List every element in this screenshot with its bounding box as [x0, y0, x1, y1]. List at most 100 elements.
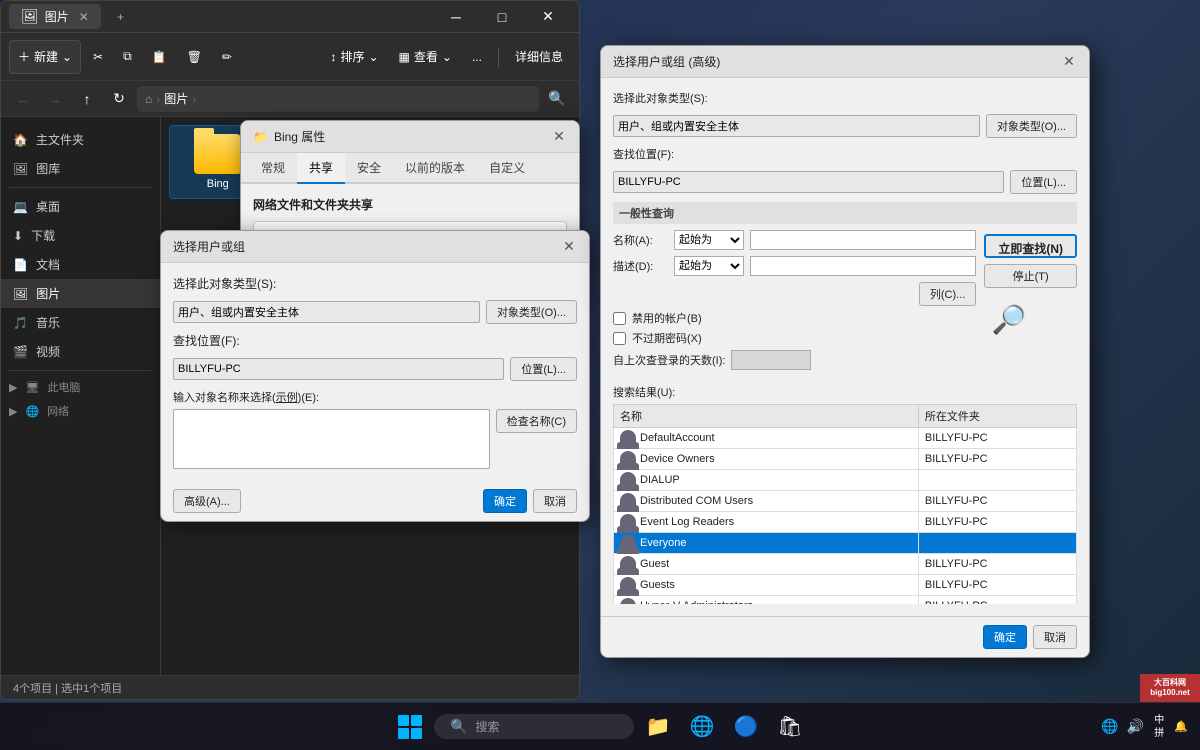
paste-button[interactable]: 📋 — [144, 40, 175, 74]
view-button[interactable]: ▦ 查看 ⌄ — [391, 40, 460, 74]
taskbar-store-icon[interactable]: 🛍 — [770, 707, 810, 747]
copy-button[interactable]: ⧉ — [115, 40, 140, 74]
tab-security[interactable]: 安全 — [345, 153, 393, 184]
small-ok-btn[interactable]: 确定 — [483, 489, 527, 513]
table-row[interactable]: Guests BILLYFU-PC — [614, 575, 1077, 596]
table-row[interactable]: Event Log Readers BILLYFU-PC — [614, 512, 1077, 533]
sidebar-item-thispc[interactable]: ▶ 🖥 此电脑 — [1, 375, 160, 399]
windows-logo — [398, 715, 422, 739]
delete-button[interactable]: 🗑 — [179, 40, 210, 74]
result-folder: BILLYFU-PC — [918, 512, 1076, 533]
new-button[interactable]: ＋ 新建 ⌄ — [9, 40, 81, 74]
new-tab-btn[interactable]: + — [109, 6, 132, 28]
small-dialog-close-btn[interactable]: ✕ — [557, 235, 581, 259]
taskbar-browser1-icon[interactable]: 🌐 — [682, 707, 722, 747]
sidebar: 🏠 主文件夹 🖼 图库 💻 桌面 ⬇ 下载 📄 文 — [1, 117, 161, 675]
sidebar-item-music[interactable]: 🎵 音乐 — [1, 308, 160, 337]
new-icon: ＋ — [18, 48, 30, 65]
refresh-btn[interactable]: ↻ — [105, 85, 133, 113]
forward-btn[interactable]: → — [41, 85, 69, 113]
sidebar-item-gallery[interactable]: 🖼 图库 — [1, 154, 160, 183]
sort-button[interactable]: ↕ 排序 ⌄ — [322, 40, 386, 74]
tab-general[interactable]: 常规 — [249, 153, 297, 184]
back-btn[interactable]: ← — [9, 85, 37, 113]
minimize-btn[interactable]: ─ — [433, 1, 479, 33]
cut-button[interactable]: ✂ — [85, 40, 111, 74]
search-btn[interactable]: 🔍 — [543, 85, 571, 113]
table-row[interactable]: Guest BILLYFU-PC — [614, 554, 1077, 575]
sidebar-item-desktop[interactable]: 💻 桌面 — [1, 192, 160, 221]
tab-previous[interactable]: 以前的版本 — [393, 153, 477, 184]
details-button[interactable]: 详细信息 — [507, 40, 571, 74]
name-filter-input[interactable] — [750, 230, 976, 250]
large-location-btn[interactable]: 位置(L)... — [1010, 170, 1077, 194]
sidebar-item-videos[interactable]: 🎬 视频 — [1, 337, 160, 366]
name-filter-select[interactable]: 起始为 包含 — [674, 230, 744, 250]
network-tray-icon[interactable]: 🌐 — [1101, 718, 1118, 735]
table-row[interactable]: Everyone — [614, 533, 1077, 554]
rename-button[interactable]: ✏ — [214, 40, 240, 74]
tab-share[interactable]: 共享 — [297, 153, 345, 184]
days-input[interactable] — [731, 350, 811, 370]
tab-custom[interactable]: 自定义 — [477, 153, 537, 184]
small-location-btn[interactable]: 位置(L)... — [510, 357, 577, 381]
explorer-tab[interactable]: 🖼 图片 ✕ — [9, 4, 101, 29]
large-object-type-btn[interactable]: 对象类型(O)... — [986, 114, 1077, 138]
sidebar-item-home[interactable]: 🏠 主文件夹 — [1, 125, 160, 154]
view-icon: ▦ — [399, 50, 410, 64]
close-btn[interactable]: ✕ — [525, 1, 571, 33]
desc-filter-select[interactable]: 起始为 包含 — [674, 256, 744, 276]
bing-dialog-close-btn[interactable]: ✕ — [547, 125, 571, 149]
sidebar-item-downloads[interactable]: ⬇ 下载 — [1, 221, 160, 250]
sort-label: 排序 — [340, 48, 364, 65]
address-bar[interactable]: ⌂ › 图片 › — [137, 86, 539, 112]
window-controls: ─ □ ✕ — [433, 1, 571, 33]
more-button[interactable]: ... — [464, 40, 490, 74]
find-now-btn[interactable]: 立即查找(N) — [984, 234, 1077, 258]
small-cancel-btn[interactable]: 取消 — [533, 489, 577, 513]
volume-tray-icon[interactable]: 🔊 — [1127, 718, 1144, 735]
small-dialog-title: 选择用户或组 — [173, 238, 245, 255]
up-btn[interactable]: ↑ — [73, 85, 101, 113]
maximize-btn[interactable]: □ — [479, 1, 525, 33]
large-cancel-btn[interactable]: 取消 — [1033, 625, 1077, 649]
taskbar-clock[interactable]: 中 拼 — [1154, 714, 1164, 740]
sidebar-thispc-label: 此电脑 — [47, 379, 80, 395]
start-button[interactable] — [390, 707, 430, 747]
address-separator2: › — [192, 92, 196, 106]
table-row[interactable]: DefaultAccount BILLYFU-PC — [614, 428, 1077, 449]
stop-btn[interactable]: 停止(T) — [984, 264, 1077, 288]
small-object-type-input[interactable] — [173, 301, 480, 323]
table-row[interactable]: Device Owners BILLYFU-PC — [614, 449, 1077, 470]
desc-filter-input[interactable] — [750, 256, 976, 276]
sidebar-item-pictures[interactable]: 🖼 图片 — [1, 279, 160, 308]
taskbar-browser2-icon[interactable]: 🔵 — [726, 707, 766, 747]
table-row[interactable]: DIALUP — [614, 470, 1077, 491]
small-advanced-btn[interactable]: 高级(A)... — [173, 489, 241, 513]
large-location-input[interactable] — [613, 171, 1004, 193]
edge-icon: 🔵 — [734, 714, 759, 739]
small-object-type-value-row: 对象类型(O)... — [173, 300, 577, 324]
sidebar-gallery-label: 图库 — [36, 160, 60, 177]
table-row[interactable]: Distributed COM Users BILLYFU-PC — [614, 491, 1077, 512]
sidebar-item-documents[interactable]: 📄 文档 — [1, 250, 160, 279]
notification-btn[interactable]: 🔔 — [1170, 720, 1192, 733]
large-object-type-input[interactable] — [613, 115, 980, 137]
small-object-type-btn[interactable]: 对象类型(O)... — [486, 300, 577, 324]
tab-close-icon[interactable]: ✕ — [79, 10, 89, 24]
table-row[interactable]: Hyper-V Administrators BILLYFU-PC — [614, 596, 1077, 605]
large-object-type-row: 选择此对象类型(S): — [613, 90, 1077, 106]
taskbar-explorer-icon[interactable]: 📁 — [638, 707, 678, 747]
columns-btn[interactable]: 列(C)... — [919, 282, 976, 306]
share-section-title: 网络文件和文件夹共享 — [253, 196, 567, 213]
sidebar-item-network[interactable]: ▶ 🌐 网络 — [1, 399, 160, 423]
small-object-input[interactable] — [173, 409, 490, 469]
large-ok-btn[interactable]: 确定 — [983, 625, 1027, 649]
disabled-accounts-checkbox[interactable] — [613, 312, 626, 325]
small-check-names-btn[interactable]: 检查名称(C) — [496, 409, 577, 433]
small-location-input[interactable] — [173, 358, 504, 380]
small-dialog-footer: 高级(A)... 确定 取消 — [161, 481, 589, 521]
large-dialog-close-btn[interactable]: ✕ — [1057, 50, 1081, 74]
no-expire-checkbox[interactable] — [613, 332, 626, 345]
search-bar[interactable]: 🔍 搜索 — [434, 714, 634, 739]
